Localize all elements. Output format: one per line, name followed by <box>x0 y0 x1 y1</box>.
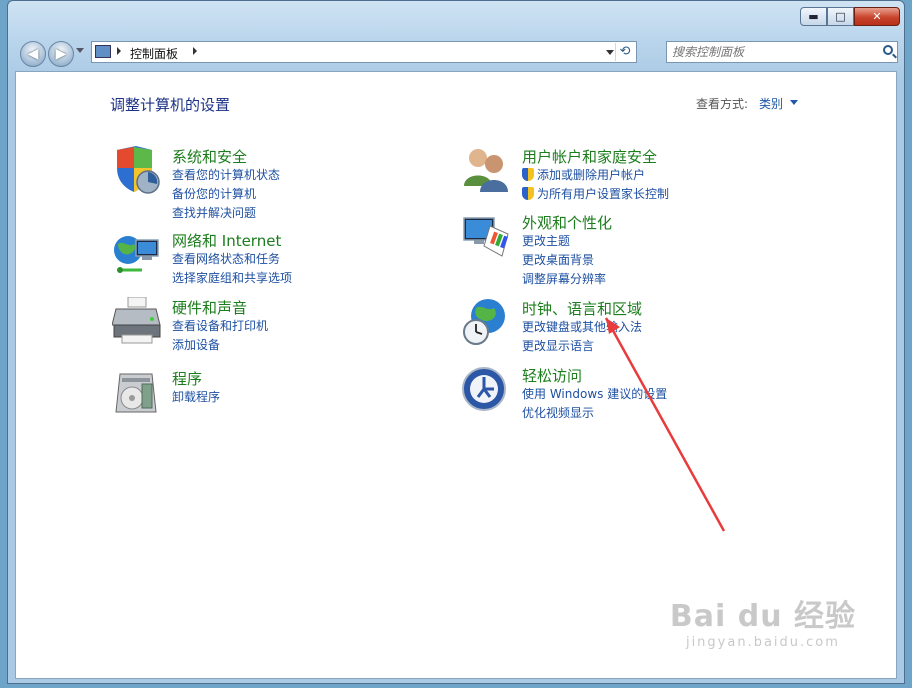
network-internet-link[interactable]: 网络和 Internet <box>172 230 281 251</box>
add-device-link[interactable]: 添加设备 <box>172 336 268 355</box>
parental-controls-label: 为所有用户设置家长控制 <box>537 187 670 201</box>
breadcrumb-control-panel[interactable]: 控制面板 <box>130 45 178 62</box>
programs-box-icon <box>115 373 157 413</box>
globe-clock-icon <box>463 299 505 345</box>
parental-controls-link[interactable]: 为所有用户设置家长控制 <box>522 185 669 204</box>
maximize-button[interactable]: □ <box>827 7 854 26</box>
hardware-sound-link[interactable]: 硬件和声音 <box>172 297 247 318</box>
close-button[interactable]: ✕ <box>854 7 900 26</box>
clock-language-region-link[interactable]: 时钟、语言和区域 <box>522 298 642 319</box>
control-panel-icon <box>95 45 111 58</box>
view-computer-status-link[interactable]: 查看您的计算机状态 <box>172 166 280 185</box>
ease-of-access-icon <box>462 367 506 411</box>
optimize-visual-display-link[interactable]: 优化视频显示 <box>522 404 667 423</box>
screen-resolution-link[interactable]: 调整屏幕分辨率 <box>522 270 606 289</box>
search-input[interactable] <box>667 42 878 62</box>
add-remove-accounts-label: 添加或删除用户帐户 <box>537 168 646 182</box>
homegroup-sharing-link[interactable]: 选择家庭组和共享选项 <box>172 269 292 288</box>
uninstall-program-link[interactable]: 卸载程序 <box>172 388 220 407</box>
page-title: 调整计算机的设置 <box>110 96 231 114</box>
title-bar[interactable]: ▬ □ ✕ <box>8 1 904 33</box>
appearance-link[interactable]: 外观和个性化 <box>522 212 612 233</box>
users-icon <box>464 149 508 192</box>
recent-pages-chevron-icon[interactable] <box>76 48 84 53</box>
uac-shield-icon <box>522 187 534 200</box>
minimize-button[interactable]: ▬ <box>800 7 827 26</box>
uac-shield-icon <box>522 168 534 181</box>
view-by-label: 查看方式: <box>696 97 749 111</box>
change-theme-link[interactable]: 更改主题 <box>522 232 606 251</box>
address-dropdown-icon[interactable] <box>606 50 614 55</box>
change-background-link[interactable]: 更改桌面背景 <box>522 251 606 270</box>
watermark: Bai du 经验 jingyan.baidu.com <box>670 591 856 650</box>
change-keyboard-link[interactable]: 更改键盘或其他输入法 <box>522 318 642 337</box>
system-security-link[interactable]: 系统和安全 <box>172 146 247 167</box>
ease-of-access-link[interactable]: 轻松访问 <box>522 365 582 386</box>
change-display-language-link[interactable]: 更改显示语言 <box>522 337 642 356</box>
view-by-chevron-icon[interactable] <box>790 100 798 105</box>
recommended-settings-link[interactable]: 使用 Windows 建议的设置 <box>522 385 667 404</box>
add-remove-accounts-link[interactable]: 添加或删除用户帐户 <box>522 166 669 185</box>
printer-icon <box>112 297 161 344</box>
view-devices-printers-link[interactable]: 查看设备和打印机 <box>172 317 268 336</box>
view-by-dropdown[interactable]: 类别 <box>759 95 783 112</box>
search-box[interactable] <box>666 41 898 63</box>
breadcrumb-arrow-icon[interactable] <box>117 47 121 55</box>
view-network-status-link[interactable]: 查看网络状态和任务 <box>172 250 292 269</box>
navigation-bar: ◀ ▶ 控制面板 ⟲ <box>14 39 898 67</box>
caption-buttons: ▬ □ ✕ <box>800 7 900 26</box>
monitor-palette-icon <box>463 217 509 257</box>
watermark-logo: Bai du 经验 <box>669 599 856 634</box>
programs-link[interactable]: 程序 <box>172 368 202 389</box>
user-accounts-link[interactable]: 用户帐户和家庭安全 <box>522 146 657 167</box>
network-globe-icon <box>114 236 159 273</box>
troubleshoot-link[interactable]: 查找并解决问题 <box>172 204 280 223</box>
control-panel-window: ▬ □ ✕ ◀ ▶ 控制面板 ⟲ 调整计算机的设置 查看方式: 类别 <box>7 0 905 684</box>
watermark-url: jingyan.baidu.com <box>685 635 840 650</box>
shield-icon <box>117 146 160 194</box>
back-button[interactable]: ◀ <box>20 41 46 67</box>
refresh-icon[interactable]: ⟲ <box>615 43 634 61</box>
breadcrumb-arrow-icon[interactable] <box>193 47 197 55</box>
content-pane: 调整计算机的设置 查看方式: 类别 系统和安全 查看您的计算机状态 备份您的计算… <box>15 71 897 679</box>
search-icon[interactable] <box>883 45 893 55</box>
forward-button[interactable]: ▶ <box>48 41 74 67</box>
address-bar[interactable]: 控制面板 ⟲ <box>91 41 637 63</box>
backup-computer-link[interactable]: 备份您的计算机 <box>172 185 280 204</box>
